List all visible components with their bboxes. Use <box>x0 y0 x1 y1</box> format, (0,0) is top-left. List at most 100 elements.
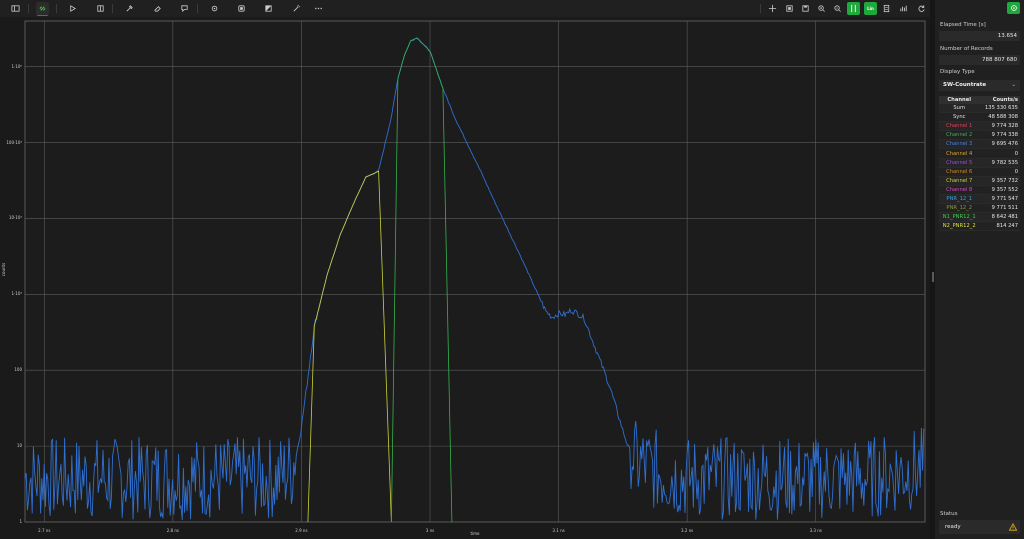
x-tick-label: 2.7 ns <box>38 528 51 533</box>
table-row: Channel 39 695 476 <box>939 139 1020 150</box>
settings-icon[interactable] <box>208 2 221 15</box>
table-row: Channel 40 <box>939 148 1020 159</box>
channel-countrate: 8 642 481 <box>979 212 1020 223</box>
channel-name: Channel 5 <box>939 158 980 168</box>
reset-icon[interactable] <box>915 2 928 15</box>
chevron-down-icon: ⌄ <box>1011 82 1016 88</box>
x-tick-label: 3.2 ns <box>681 528 694 533</box>
x-tick-label: 3 ns <box>425 528 435 533</box>
channel-countrate: 9 774 328 <box>979 121 1020 132</box>
link-icon[interactable] <box>36 2 49 15</box>
x-tick-label: 2.8 ns <box>166 528 179 533</box>
document-icon[interactable] <box>880 2 893 15</box>
table-row: Channel 60 <box>939 167 1020 177</box>
contrast-icon[interactable] <box>262 2 275 15</box>
table-row: PNR_12_2 9 771 511 <box>939 203 1020 214</box>
sidebar-toggle-icon[interactable] <box>9 2 22 15</box>
dual-panel-icon[interactable] <box>235 2 248 15</box>
sync-button[interactable] <box>1007 2 1020 14</box>
elapsed-time-field: 13.654 <box>939 31 1020 41</box>
move-icon[interactable] <box>766 2 779 15</box>
plot-canvas[interactable] <box>0 17 930 539</box>
elapsed-time-label: Elapsed Time [s] <box>940 22 986 28</box>
pipette-icon[interactable] <box>123 2 136 15</box>
column-header-counts: Counts/s <box>979 96 1020 104</box>
y-tick-label: 100·10³ <box>6 139 22 145</box>
channel-name: Sync <box>939 112 980 123</box>
status-field: ready <box>939 520 1020 534</box>
zoom-out-icon[interactable] <box>831 2 844 15</box>
channel-countrate: 9 771 511 <box>979 203 1020 214</box>
table-row: N1_PNR12_1 8 642 481 <box>939 212 1020 223</box>
x-axis-title: time <box>470 531 480 536</box>
y-tick-label: 1·10³ <box>11 291 22 297</box>
zoom-in-icon[interactable] <box>815 2 828 15</box>
x-tick-label: 3.1 ns <box>552 528 565 533</box>
main-toolbar: Lin <box>0 0 930 18</box>
table-row: Sum 135 330 635 <box>939 104 1020 114</box>
sync-icon <box>1010 5 1017 11</box>
channel-countrate: 0 <box>979 167 1020 177</box>
save-icon[interactable] <box>799 2 812 15</box>
y-tick-label: 1·10⁶ <box>11 63 22 69</box>
y-tick-label: 10 <box>16 443 22 449</box>
display-type-select[interactable]: SW-Countrate ⌄ <box>939 80 1020 91</box>
column-header-channel: Channel <box>939 96 980 104</box>
y-tick-label: 100 <box>14 367 22 373</box>
magic-wand-icon[interactable] <box>290 2 303 15</box>
display-type-value: SW-Countrate <box>943 82 987 88</box>
status-value: ready <box>945 524 961 530</box>
display-type-label: Display Type <box>940 69 975 75</box>
panel-header <box>935 0 1024 17</box>
comment-icon[interactable] <box>178 2 191 15</box>
histogram-plot[interactable]: 1 10 100 1·10³ 10·10³ 100·10³ 1·10⁶ 2.7 ns 2.8 … <box>0 17 930 539</box>
split-icon[interactable] <box>94 2 107 15</box>
channel-table: Channel Counts/s Sum 135 330 635 Sync 48 58… <box>939 96 1020 232</box>
splitter-grip[interactable] <box>932 272 934 282</box>
channel-name: Channel 6 <box>939 167 980 177</box>
channel-countrate: 9 774 338 <box>979 130 1020 141</box>
channel-name: Channel 7 <box>939 176 980 186</box>
channel-countrate: 135 330 635 <box>979 104 1020 114</box>
channel-name: N1_PNR12_1 <box>939 212 980 223</box>
channel-countrate: 0 <box>979 148 1020 159</box>
log-scale-icon[interactable]: Lin <box>864 2 877 15</box>
eraser-icon[interactable] <box>151 2 164 15</box>
channel-name: Channel 4 <box>939 148 980 159</box>
x-tick-label: 2.9 ns <box>295 528 308 533</box>
table-row: Channel 19 774 328 <box>939 121 1020 132</box>
play-icon[interactable] <box>66 2 79 15</box>
cursor-lines-icon[interactable] <box>847 2 860 15</box>
y-tick-label: 10·10³ <box>8 215 22 221</box>
status-label: Status <box>940 511 958 517</box>
channel-name: PNR_12_1 <box>939 194 980 205</box>
channel-name: Channel 2 <box>939 130 980 141</box>
channel-name: Sum <box>939 104 980 114</box>
plot-frame <box>24 20 926 523</box>
channel-countrate: 9 782 535 <box>979 158 1020 168</box>
channel-name: Channel 1 <box>939 121 980 132</box>
more-icon[interactable] <box>312 2 325 15</box>
table-row: PNR_12_1 9 771 547 <box>939 194 1020 205</box>
channel-name: Channel 8 <box>939 185 980 195</box>
x-tick-label: 3.3 ns <box>809 528 822 533</box>
fit-icon[interactable] <box>783 2 796 15</box>
table-row: Channel 29 774 338 <box>939 130 1020 141</box>
records-field: 788 807 680 <box>939 55 1020 65</box>
table-row: Channel 89 357 552 <box>939 185 1020 195</box>
table-row: Sync 48 588 308 <box>939 112 1020 123</box>
channel-countrate: 9 357 552 <box>979 185 1020 195</box>
channel-countrate: 48 588 308 <box>979 112 1020 123</box>
y-axis-title: counts <box>1 262 7 277</box>
table-row: Channel 59 782 535 <box>939 158 1020 168</box>
channel-countrate: 9 695 476 <box>979 139 1020 150</box>
bar-chart-icon[interactable] <box>897 2 910 15</box>
warning-icon[interactable] <box>1009 523 1017 531</box>
y-tick-label: 1 <box>19 519 22 524</box>
records-label: Number of Records <box>940 46 993 52</box>
channel-name: Channel 3 <box>939 139 980 150</box>
log-scale-label: Lin <box>867 6 874 11</box>
channel-name: N2_PNR12_2 <box>939 221 980 232</box>
channel-countrate: 814 247 <box>979 221 1020 232</box>
channel-countrate: 9 357 732 <box>979 176 1020 186</box>
